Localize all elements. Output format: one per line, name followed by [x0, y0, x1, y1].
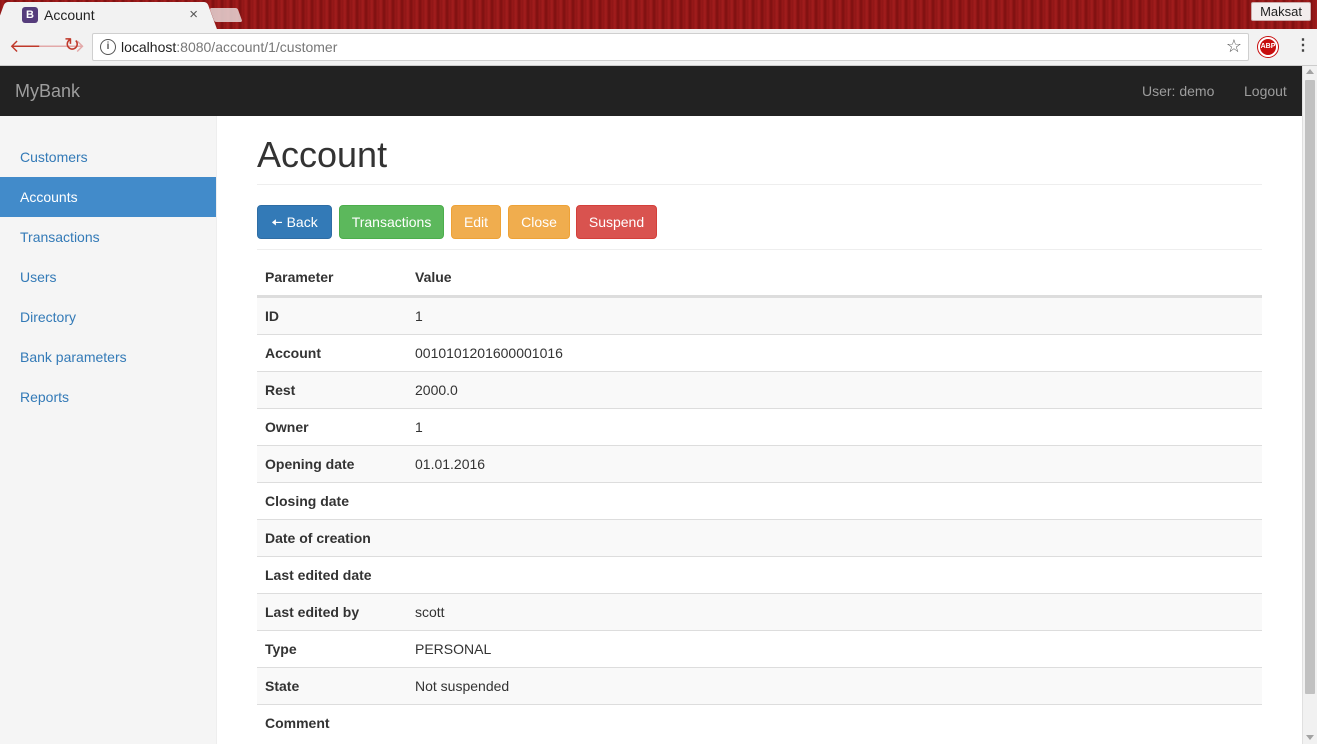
row-value: 2000.0 — [415, 382, 458, 398]
brand-link[interactable]: MyBank — [15, 81, 80, 102]
row-value: 1 — [415, 419, 423, 435]
account-table: Parameter Value ID 1 Account 00101012016… — [257, 259, 1262, 741]
row-param: Rest — [265, 382, 296, 398]
table-row: Date of creation — [257, 519, 1262, 556]
sidebar-item-transactions[interactable]: Transactions — [0, 217, 216, 257]
row-param: State — [265, 678, 300, 694]
row-value: PERSONAL — [415, 641, 492, 657]
table-row: Closing date — [257, 482, 1262, 519]
row-param: Date of creation — [265, 530, 371, 546]
row-param: Closing date — [265, 493, 350, 509]
close-button[interactable]: Close — [508, 205, 570, 239]
table-row: Last edited by scott — [257, 593, 1262, 630]
header-value: Value — [415, 269, 452, 285]
app-navbar: MyBank User: demo Logout — [0, 66, 1302, 116]
sidebar-item-users[interactable]: Users — [0, 257, 216, 297]
row-value: 1 — [415, 308, 423, 324]
row-param: Last edited by — [265, 604, 360, 620]
sidebar-item-accounts[interactable]: Accounts — [0, 177, 216, 217]
browser-titlebar: B Account × Maksat — [0, 0, 1317, 29]
browser-toolbar: 🡐 🡒 ↻ i localhost:8080/account/1/custome… — [0, 29, 1317, 66]
menu-dots-icon[interactable]: ⋮ — [1295, 37, 1311, 55]
main-content: Account 🠄 Back Transactions Edit Close S… — [217, 116, 1302, 744]
table-row: Last edited date — [257, 556, 1262, 593]
table-row: Type PERSONAL — [257, 630, 1262, 667]
profile-button[interactable]: Maksat — [1251, 2, 1311, 21]
table-row: Opening date 01.01.2016 — [257, 445, 1262, 482]
scroll-up-icon[interactable] — [1306, 69, 1314, 74]
url-text[interactable]: localhost:8080/account/1/customer — [121, 39, 337, 55]
user-label[interactable]: User: demo — [1142, 83, 1214, 99]
row-param: Last edited date — [265, 567, 372, 583]
row-param: Account — [265, 345, 321, 361]
row-value: 0010101201600001016 — [415, 345, 563, 361]
divider — [257, 184, 1262, 185]
row-value: Not suspended — [415, 678, 510, 694]
sidebar-item-customers[interactable]: Customers — [0, 137, 216, 177]
table-row: State Not suspended — [257, 667, 1262, 704]
star-icon[interactable]: ☆ — [1226, 36, 1242, 57]
row-param: ID — [265, 308, 279, 324]
table-row: Rest 2000.0 — [257, 371, 1262, 408]
divider — [257, 249, 1262, 250]
sidebar-item-directory[interactable]: Directory — [0, 297, 216, 337]
sidebar-item-reports[interactable]: Reports — [0, 377, 216, 417]
row-value: scott — [415, 604, 445, 620]
row-param: Opening date — [265, 456, 355, 472]
row-param: Type — [265, 641, 297, 657]
row-param: Owner — [265, 419, 309, 435]
tab-close-icon[interactable]: × — [189, 6, 198, 23]
table-row: Owner 1 — [257, 408, 1262, 445]
page-title: Account — [257, 134, 388, 175]
browser-tab[interactable]: B Account × — [8, 2, 204, 29]
tab-title: Account — [44, 7, 95, 23]
logout-link[interactable]: Logout — [1244, 83, 1287, 99]
header-parameter: Parameter — [265, 269, 334, 285]
table-row: Account 0010101201600001016 — [257, 334, 1262, 371]
adblock-icon[interactable]: ABP — [1258, 37, 1278, 57]
bootstrap-favicon-icon: B — [22, 7, 38, 23]
scroll-thumb[interactable] — [1305, 80, 1315, 694]
address-bar[interactable]: i localhost:8080/account/1/customer ☆ — [92, 33, 1249, 61]
edit-button[interactable]: Edit — [451, 205, 501, 239]
info-icon[interactable]: i — [100, 39, 116, 55]
arrow-left-icon: 🠄 — [271, 214, 283, 230]
back-button[interactable]: 🠄 Back — [257, 205, 332, 239]
row-param: Comment — [265, 715, 330, 731]
sidebar: Customers Accounts Transactions Users Di… — [0, 116, 217, 744]
suspend-button[interactable]: Suspend — [576, 205, 657, 239]
scroll-down-icon[interactable] — [1306, 735, 1314, 740]
new-tab-button[interactable] — [209, 8, 243, 22]
transactions-button[interactable]: Transactions — [339, 205, 444, 239]
row-value: 01.01.2016 — [415, 456, 486, 472]
page-scrollbar[interactable] — [1302, 66, 1317, 744]
table-header: Parameter Value — [257, 259, 1262, 297]
table-row: ID 1 — [257, 297, 1262, 334]
table-row: Comment — [257, 704, 1262, 741]
reload-icon[interactable]: ↻ — [64, 36, 80, 55]
sidebar-item-bank-parameters[interactable]: Bank parameters — [0, 337, 216, 377]
